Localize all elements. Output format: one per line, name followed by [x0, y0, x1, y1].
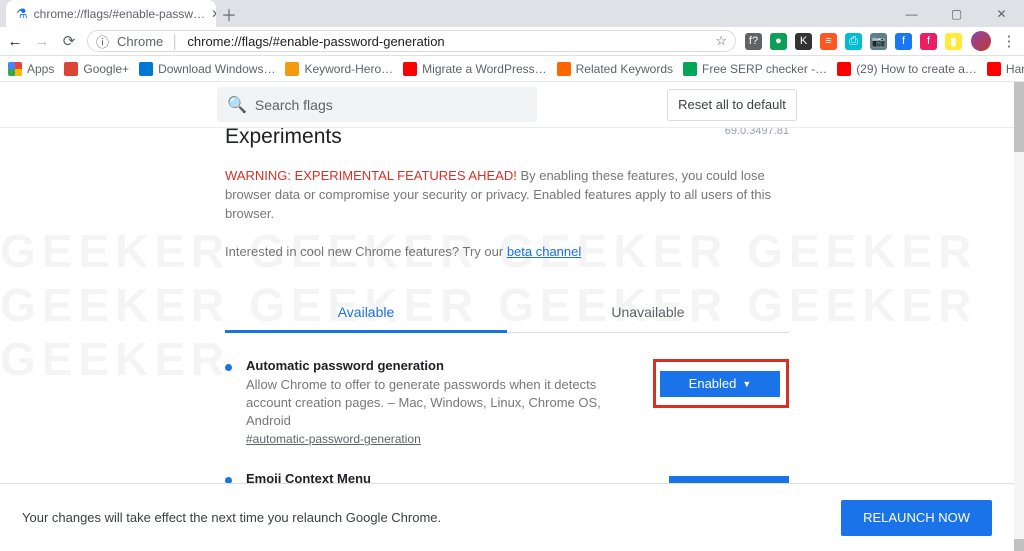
bookmark-label: Free SERP checker -… — [702, 62, 827, 76]
page-viewport: 🔍 Search flags Reset all to default Expe… — [0, 82, 1024, 551]
bookmark-favicon — [837, 62, 851, 76]
page-title: Experiments — [225, 127, 789, 149]
footer-message: Your changes will take effect the next t… — [22, 510, 441, 525]
bookmark-item[interactable]: Related Keywords — [557, 62, 673, 76]
extension-icons: f? ● K ≡ ⎙ 📷 ff ▮ — [745, 33, 962, 50]
bookmark-favicon — [403, 62, 417, 76]
extension-icon[interactable]: f? — [745, 33, 762, 50]
flags-tabs: Available Unavailable — [225, 294, 789, 333]
flask-icon: ⚗ — [16, 6, 28, 22]
extension-icon[interactable]: ▮ — [945, 33, 962, 50]
tab-unavailable[interactable]: Unavailable — [507, 294, 789, 332]
bookmark-item[interactable]: Migrate a WordPress… — [403, 62, 546, 76]
beta-prefix: Interested in cool new Chrome features? … — [225, 244, 507, 259]
flag-name: Automatic password generation — [246, 358, 639, 373]
reload-button[interactable]: ⟳ — [60, 32, 78, 50]
vertical-scrollbar[interactable] — [1014, 82, 1024, 551]
bookmark-label: Google+ — [83, 62, 129, 76]
flag-dropdown[interactable]: Enabled ▼ — [660, 371, 780, 397]
beta-channel-link[interactable]: beta channel — [507, 244, 581, 259]
flags-header-row: 🔍 Search flags Reset all to default — [0, 82, 1014, 127]
flag-name: Emoji Context Menu — [246, 471, 655, 483]
address-bar[interactable]: ⓘ Chrome │ chrome://flags/#enable-passwo… — [87, 30, 736, 52]
extension-icon[interactable]: f — [895, 33, 912, 50]
flag-item: Automatic password generation Allow Chrom… — [225, 358, 789, 447]
flag-hash-link[interactable]: #automatic-password-generation — [246, 432, 421, 446]
flag-body: Automatic password generation Allow Chrom… — [246, 358, 639, 447]
apps-shortcut[interactable]: Apps — [8, 62, 54, 76]
extension-icon[interactable]: ● — [770, 33, 787, 50]
bookmark-star-icon[interactable]: ☆ — [715, 33, 727, 49]
beta-line: Interested in cool new Chrome features? … — [225, 244, 789, 259]
relaunch-button[interactable]: RELAUNCH NOW — [841, 500, 992, 536]
bookmark-favicon — [987, 62, 1001, 76]
bookmark-favicon — [285, 62, 299, 76]
bookmark-bar: Apps Google+ Download Windows… Keyword-Her… — [0, 56, 1024, 82]
bookmark-item[interactable]: Free SERP checker -… — [683, 62, 827, 76]
window-controls: — ▢ ✕ — [889, 0, 1024, 27]
profile-avatar[interactable] — [971, 31, 991, 51]
bookmark-label: Migrate a WordPress… — [422, 62, 546, 76]
omnibox-url: chrome://flags/#enable-password-generati… — [187, 34, 444, 49]
forward-button[interactable]: → — [33, 33, 51, 50]
highlight-box: Enabled ▼ — [653, 359, 789, 408]
minimize-button[interactable]: — — [889, 0, 934, 27]
browser-tab[interactable]: ⚗ chrome://flags/#enable-passw… ✕ — [6, 0, 216, 27]
flag-description: Allow Chrome to offer to generate passwo… — [246, 376, 639, 431]
maximize-button[interactable]: ▢ — [934, 0, 979, 27]
bookmark-label: Hang Ups (Want You… — [1006, 62, 1024, 76]
bookmark-label: Keyword-Hero… — [304, 62, 393, 76]
close-window-button[interactable]: ✕ — [979, 0, 1024, 27]
bookmark-item[interactable]: Keyword-Hero… — [285, 62, 393, 76]
scrollbar-thumb-bottom[interactable] — [1014, 539, 1024, 551]
scrollbar-thumb[interactable] — [1014, 82, 1024, 152]
new-tab-button[interactable]: ＋ — [216, 1, 242, 27]
bookmark-favicon — [139, 62, 153, 76]
relaunch-footer: Your changes will take effect the next t… — [0, 483, 1014, 551]
extension-icon[interactable]: ⎙ — [845, 33, 862, 50]
modified-dot-icon — [225, 364, 232, 371]
flag-dropdown[interactable]: Enabled ▼ — [669, 476, 789, 483]
warning-text: WARNING: EXPERIMENTAL FEATURES AHEAD! By… — [225, 167, 789, 224]
site-info-icon[interactable]: ⓘ — [96, 32, 109, 51]
chrome-version: 69.0.3497.81 — [725, 127, 789, 137]
extension-icon[interactable]: 📷 — [870, 33, 887, 50]
bookmark-label: (29) How to create a… — [856, 62, 977, 76]
apps-icon — [8, 62, 22, 76]
omnibox-chip: Chrome — [117, 34, 163, 49]
flag-body: Emoji Context MenuEnables the Emoji pick… — [246, 471, 655, 483]
bookmark-favicon — [557, 62, 571, 76]
search-placeholder: Search flags — [255, 97, 333, 113]
bookmark-label: Download Windows… — [158, 62, 275, 76]
bookmark-favicon — [683, 62, 697, 76]
flags-content: Experiments 69.0.3497.81 WARNING: EXPERI… — [0, 127, 1014, 483]
bookmark-item[interactable]: Download Windows… — [139, 62, 275, 76]
bookmark-label: Related Keywords — [576, 62, 673, 76]
omnibox-separator: │ — [171, 34, 179, 49]
title-row: Experiments 69.0.3497.81 — [225, 127, 789, 149]
tab-available[interactable]: Available — [225, 294, 507, 333]
bookmark-favicon — [64, 62, 78, 76]
bookmark-item[interactable]: Google+ — [64, 62, 129, 76]
browser-title-bar: ⚗ chrome://flags/#enable-passw… ✕ ＋ — ▢ … — [0, 0, 1024, 27]
tab-title: chrome://flags/#enable-passw… — [34, 7, 205, 21]
bookmark-item[interactable]: (29) How to create a… — [837, 62, 977, 76]
warning-bold: WARNING: EXPERIMENTAL FEATURES AHEAD! — [225, 168, 517, 183]
search-icon: 🔍 — [227, 95, 247, 115]
reset-all-button[interactable]: Reset all to default — [667, 89, 797, 121]
flag-item: Emoji Context MenuEnables the Emoji pick… — [225, 471, 789, 483]
bookmark-item[interactable]: Hang Ups (Want You… — [987, 62, 1024, 76]
apps-label: Apps — [27, 62, 54, 76]
search-flags-input[interactable]: 🔍 Search flags — [217, 87, 537, 122]
extension-icon[interactable]: K — [795, 33, 812, 50]
back-button[interactable]: ← — [6, 33, 24, 50]
browser-toolbar: ← → ⟳ ⓘ Chrome │ chrome://flags/#enable-… — [0, 27, 1024, 56]
menu-button[interactable]: ⋮ — [1000, 32, 1018, 50]
extension-icon[interactable]: f — [920, 33, 937, 50]
chevron-down-icon: ▼ — [742, 379, 751, 389]
extension-icon[interactable]: ≡ — [820, 33, 837, 50]
